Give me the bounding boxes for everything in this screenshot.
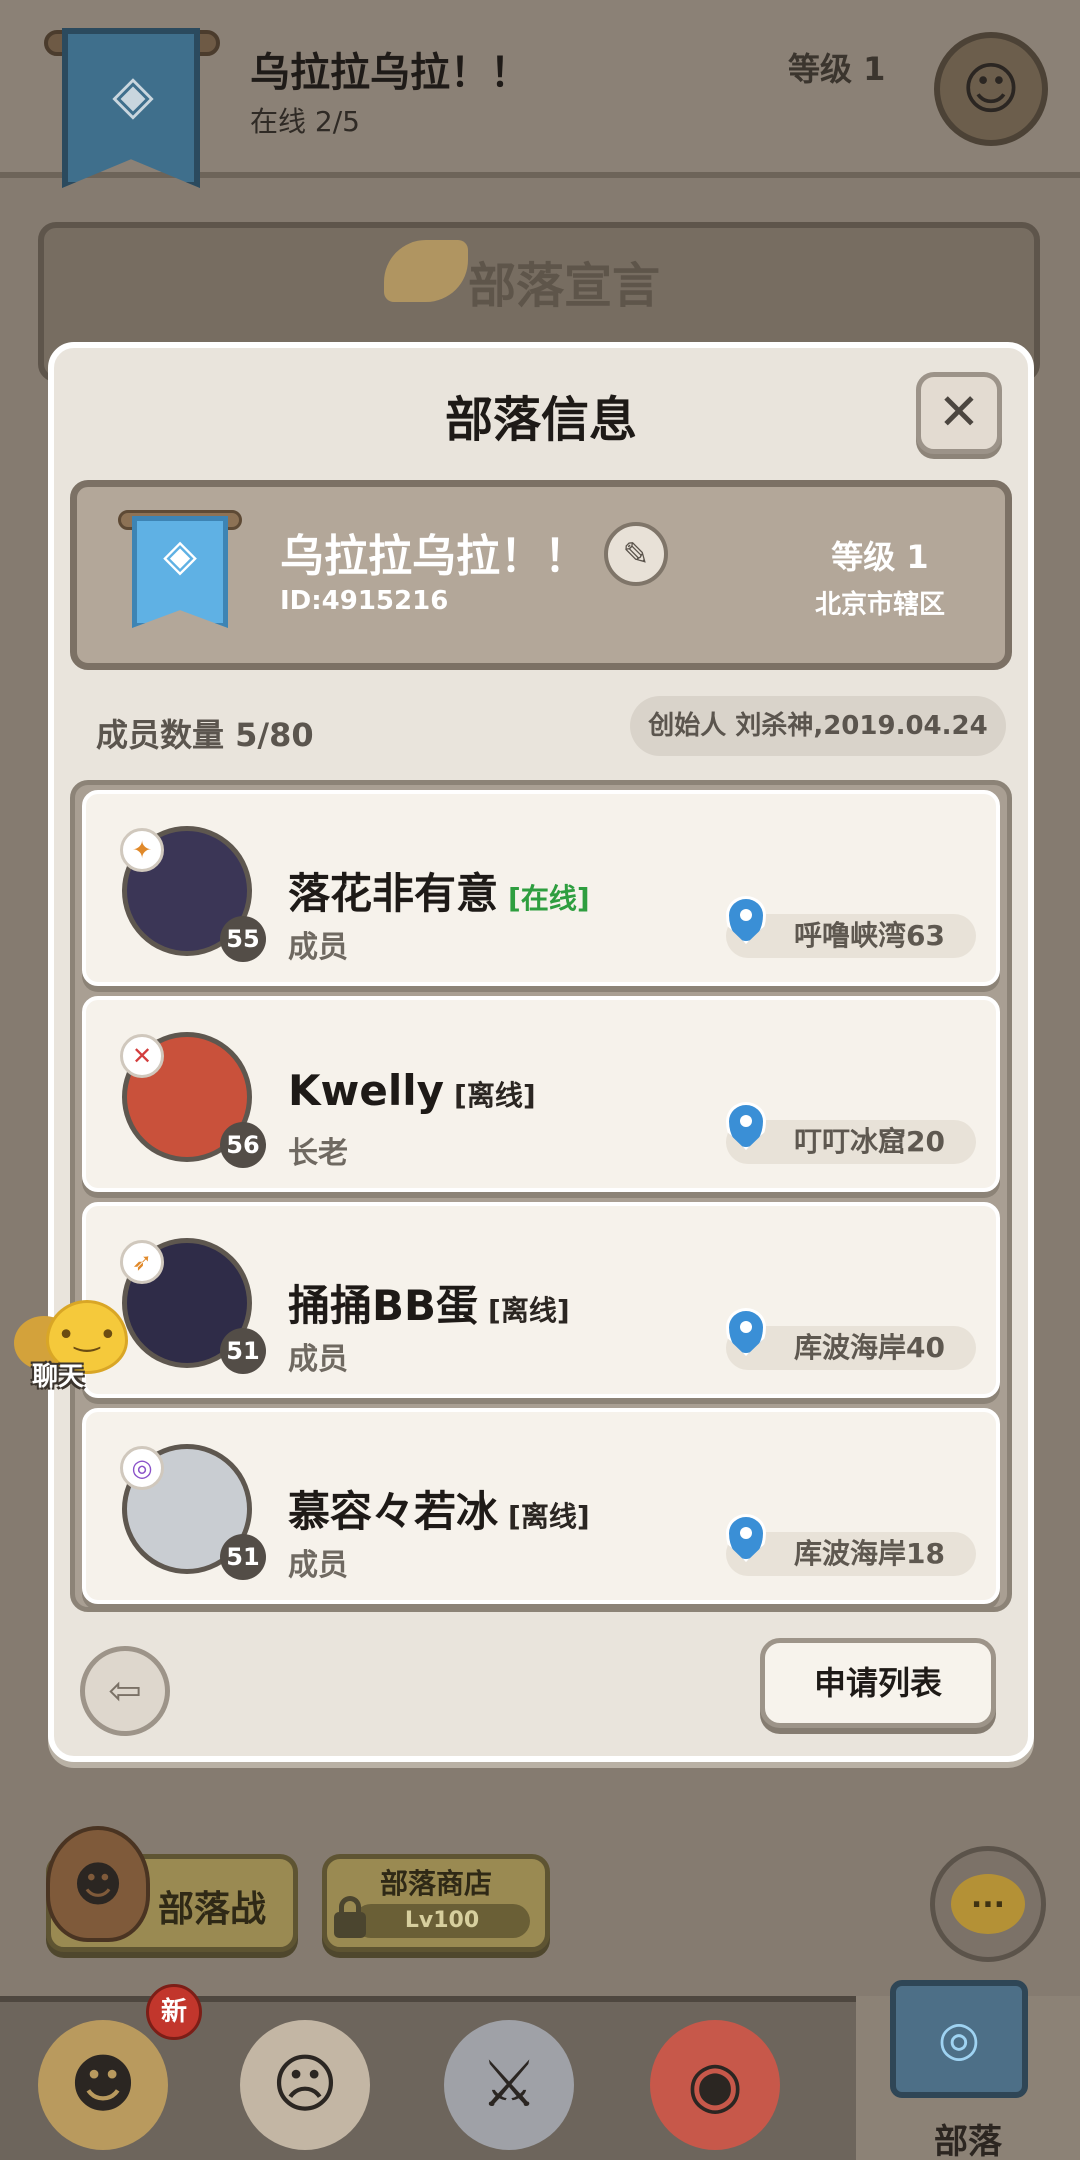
caveman-icon: ☻ [46, 1826, 150, 1942]
tribe-emblem-icon: ◈ [163, 530, 197, 581]
member-role: 成员 [288, 1548, 348, 1583]
chat-button[interactable]: ... [930, 1846, 1046, 1962]
member-name: 落花非有意 [288, 869, 499, 918]
tribe-emblem-icon: ◈ [112, 63, 154, 126]
return-arrow-icon[interactable]: ⇦ [80, 1646, 170, 1736]
tribe-name: 乌拉拉乌拉！！ [280, 531, 588, 582]
member-level: 56 [220, 1122, 266, 1168]
player-avatar-icon[interactable]: ☺ [934, 32, 1048, 146]
nav-tab-equipment[interactable]: ⚔ [414, 2010, 604, 2160]
member-name: 慕容々若冰 [288, 1487, 499, 1536]
header-level: 等级 1 [788, 50, 886, 88]
member-level: 51 [220, 1328, 266, 1374]
tribe-shop-lock-level: Lv100 [354, 1904, 530, 1938]
member-name-line: 捅捅BB蛋 [离线] [288, 1272, 570, 1333]
member-count: 成员数量 5/80 [96, 716, 314, 754]
member-name-line: 慕容々若冰 [离线] [288, 1478, 590, 1539]
nav-tab-companion[interactable]: ☹ [210, 2010, 400, 2160]
member-row[interactable]: ✕ 56 Kwelly [离线] 长老 叮叮冰窟20 [82, 996, 1000, 1192]
caveman-hero-icon: ☻ [38, 2020, 168, 2150]
class-fire-icon: ✦ [120, 828, 164, 872]
masked-companion-icon: ☹ [240, 2020, 370, 2150]
class-warrior-icon: ✕ [120, 1034, 164, 1078]
member-name-line: Kwelly [离线] [288, 1066, 536, 1115]
armor-icon: ⚔ [444, 2020, 574, 2150]
member-role: 成员 [288, 930, 348, 965]
member-status: [在线] [508, 882, 590, 915]
member-role: 成员 [288, 1342, 348, 1377]
class-archer-icon: ➶ [120, 1240, 164, 1284]
member-row[interactable]: ◎ 51 慕容々若冰 [离线] 成员 库波海岸18 [82, 1408, 1000, 1604]
tribe-shop-label: 部落商店 [379, 1867, 492, 1900]
new-badge: 新 [146, 1984, 202, 2040]
class-mage-icon: ◎ [120, 1446, 164, 1490]
modal-title: 部落信息 [444, 392, 637, 448]
chat-float-label[interactable]: 聊天 [32, 1356, 84, 1393]
nav-tab-tribe-label[interactable]: 部落 [856, 2114, 1080, 2160]
member-status: [离线] [508, 1500, 590, 1533]
tribe-tower-icon[interactable]: ◎ [890, 1980, 1028, 2098]
lock-icon [334, 1912, 366, 1938]
member-level: 51 [220, 1534, 266, 1580]
member-name-line: 落花非有意 [在线] [288, 860, 590, 921]
member-row[interactable]: ✦ 55 落花非有意 [在线] 成员 呼噜峡湾63 [82, 790, 1000, 986]
member-name: 捅捅BB蛋 [288, 1281, 479, 1330]
member-status: [离线] [488, 1294, 570, 1327]
member-name: Kwelly [288, 1066, 445, 1115]
nav-tab-pet[interactable]: ◉ [620, 2010, 810, 2160]
member-row[interactable]: ➶ 51 捅捅BB蛋 [离线] 成员 库波海岸40 [82, 1202, 1000, 1398]
declaration-title: 部落宣言 [468, 258, 661, 314]
tribe-war-label: 部落战 [158, 1889, 267, 1930]
founder-info: 创始人 刘杀神,2019.04.24 [630, 696, 1006, 756]
close-button[interactable]: ✕ [916, 372, 1002, 454]
member-status: [离线] [454, 1079, 536, 1112]
header-online-count: 在线 2/5 [250, 105, 360, 138]
member-level: 55 [220, 916, 266, 962]
tribe-id: ID:4915216 [280, 586, 449, 616]
tribe-region: 北京市辖区 [814, 590, 945, 620]
dino-pet-icon: ◉ [650, 2020, 780, 2150]
edit-pencil-icon[interactable]: ✎ [604, 522, 668, 586]
member-role: 长老 [288, 1136, 348, 1171]
header-tribe-name: 乌拉拉乌拉！！ [250, 50, 530, 96]
chat-dots-icon: ... [951, 1874, 1025, 1934]
tribe-level: 等级 1 [831, 538, 929, 576]
apply-list-button[interactable]: 申请列表 [760, 1638, 996, 1728]
